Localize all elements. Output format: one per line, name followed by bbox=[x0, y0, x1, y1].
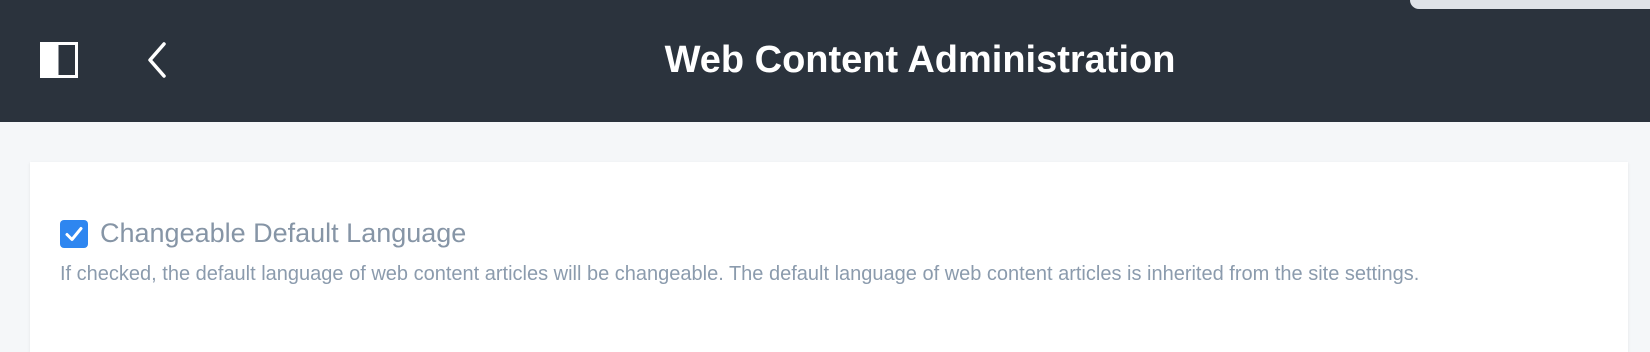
checkmark-icon bbox=[65, 227, 83, 241]
header-tab-edge bbox=[1410, 0, 1650, 9]
app-header: Web Content Administration bbox=[0, 0, 1650, 122]
chevron-left-icon bbox=[148, 42, 166, 78]
sidebar-toggle-icon bbox=[40, 42, 78, 78]
changeable-default-language-help: If checked, the default language of web … bbox=[60, 263, 1420, 285]
settings-card: Changeable Default Language If checked, … bbox=[30, 162, 1628, 352]
changeable-default-language-checkbox[interactable] bbox=[60, 220, 88, 248]
changeable-default-language-label[interactable]: Changeable Default Language bbox=[100, 216, 466, 250]
back-button[interactable] bbox=[142, 40, 174, 80]
sidebar-toggle-button[interactable] bbox=[40, 42, 78, 78]
page-title: Web Content Administration bbox=[664, 39, 1176, 81]
